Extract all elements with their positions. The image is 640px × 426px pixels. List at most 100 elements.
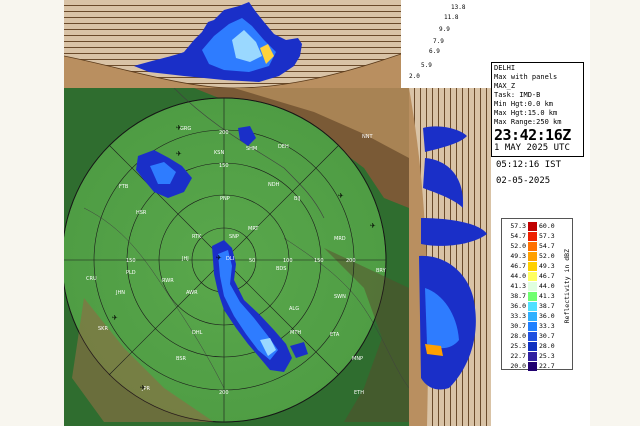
- legend-hi: 41.3: [539, 292, 555, 300]
- station-CRU: CRU: [86, 276, 97, 282]
- ring-label-200: 200: [346, 258, 356, 264]
- station-MRD: MRD: [334, 236, 346, 242]
- station-MRT: MRT: [248, 226, 259, 232]
- airport-icon: ✈: [112, 313, 118, 323]
- station-ETH: ETH: [354, 390, 364, 396]
- station-AWR: AWR: [186, 290, 198, 296]
- legend-swatch: [528, 291, 537, 301]
- station-RTK: RTK: [192, 234, 202, 240]
- legend-swatch: [528, 331, 537, 341]
- ring-label-150-left: 150: [126, 258, 136, 264]
- legend-swatch: [528, 221, 537, 231]
- height-tick: 5.9: [421, 62, 432, 69]
- station-DEH: DEH: [278, 144, 289, 150]
- legend-swatch: [528, 251, 537, 261]
- station-HSR: HSR: [136, 210, 147, 216]
- legend-hi: 28.0: [539, 342, 555, 350]
- station-NDH: NDH: [268, 182, 280, 188]
- info-product-code: MAX_Z: [494, 82, 516, 90]
- legend-hi: 36.0: [539, 312, 555, 320]
- height-tick: 9.9: [439, 26, 450, 33]
- radar-time-utc: 23:42:16Z: [494, 126, 571, 144]
- station-JHJ: JHJ: [181, 256, 189, 262]
- legend-swatch: [528, 301, 537, 311]
- station-ALG: ALG: [289, 306, 299, 312]
- date-ist: 02-05-2025: [496, 176, 551, 186]
- airport-icon: ✈: [176, 123, 182, 133]
- ring-label-150: 150: [314, 258, 324, 264]
- station-BSR: BSR: [176, 356, 187, 362]
- legend-lo: 22.7: [510, 352, 526, 360]
- station-BDS: BDS: [276, 266, 286, 272]
- legend-swatch: [528, 271, 537, 281]
- legend-swatch: [528, 311, 537, 321]
- legend-swatch: [528, 241, 537, 251]
- legend-lo: 54.7: [510, 232, 526, 240]
- ring-label-200-bottom: 200: [219, 390, 229, 396]
- legend-hi: 38.7: [539, 302, 555, 310]
- legend-lo: 28.0: [510, 332, 526, 340]
- station-SWN: SWN: [334, 294, 346, 300]
- side-height-panel: [409, 88, 491, 426]
- airport-icon: ✈: [140, 383, 146, 393]
- station-DHL: DHL: [192, 330, 203, 336]
- station-DLI: DLI: [226, 256, 234, 262]
- legend-lo: 36.0: [510, 302, 526, 310]
- legend-hi: 52.0: [539, 252, 555, 260]
- station-FTB: FTB: [119, 184, 129, 190]
- time-ist: 05:12:16 IST: [496, 160, 562, 170]
- station-MNP: MNP: [352, 356, 363, 362]
- legend-swatch: [528, 231, 537, 241]
- legend-hi: 60.0: [539, 222, 555, 230]
- legend-swatch: [528, 281, 537, 291]
- legend-swatch: [528, 341, 537, 351]
- info-max-height: Max Hgt:15.0 km: [494, 109, 558, 117]
- top-height-panel: [64, 0, 401, 88]
- radar-info-box: DELHI Max with panels MAX_Z Task: IMD-B …: [491, 62, 584, 157]
- station-ETA: ETA: [330, 332, 340, 338]
- legend-swatch: [528, 321, 537, 331]
- legend-lo: 25.3: [510, 342, 526, 350]
- legend-hi: 25.3: [539, 352, 555, 360]
- height-tick: 7.9: [433, 38, 444, 45]
- legend-hi: 49.3: [539, 262, 555, 270]
- legend-lo: 20.0: [510, 362, 526, 370]
- station-BIJ: BIJ: [294, 196, 300, 202]
- station-PLD: PLD: [126, 270, 136, 276]
- legend-swatch: [528, 351, 537, 361]
- height-tick: 6.9: [429, 48, 440, 55]
- station-BRY: BRY: [376, 268, 387, 274]
- legend-lo: 49.3: [510, 252, 526, 260]
- reflectivity-legend: 57.3 60.0 54.7 57.3 52.0 54.7 49.3 52.0 46.7…: [501, 218, 573, 371]
- station-KSN: KSN: [214, 150, 224, 156]
- station-RWR: RWR: [162, 278, 174, 284]
- ring-label-100: 100: [283, 258, 293, 264]
- legend-hi: 54.7: [539, 242, 555, 250]
- airport-icon: ✈: [370, 221, 376, 231]
- station-JHN: JHN: [115, 290, 125, 296]
- legend-swatch: [528, 261, 537, 271]
- info-min-height: Min Hgt:0.0 km: [494, 100, 554, 108]
- station-PNP: PNP: [220, 196, 230, 202]
- legend-lo: 38.7: [510, 292, 526, 300]
- legend-hi: 33.3: [539, 322, 555, 330]
- airport-icon: ✈: [176, 149, 182, 159]
- legend-hi: 22.7: [539, 362, 555, 370]
- ring-label-50: 50: [249, 258, 255, 264]
- legend-lo: 41.3: [510, 282, 526, 290]
- legend-lo: 52.0: [510, 242, 526, 250]
- station-SKR: SKR: [98, 326, 108, 332]
- radar-date-utc: 1 MAY 2025 UTC: [494, 143, 570, 153]
- station-MTH: MTH: [290, 330, 301, 336]
- station-SHM: SHM: [246, 146, 257, 152]
- legend-swatch: [528, 361, 537, 371]
- legend-lo: 44.0: [510, 272, 526, 280]
- info-station: DELHI: [494, 64, 516, 72]
- height-tick: 11.8: [444, 14, 459, 21]
- legend-lo: 33.3: [510, 312, 526, 320]
- height-scale: 13.8 11.8 9.9 7.9 6.9 5.9 2.0: [401, 0, 491, 88]
- airport-icon: ✈: [338, 191, 344, 201]
- ring-label-150-top: 150: [219, 163, 229, 169]
- radar-ppi-map: 50 100 150 200 150 200 150 200 KSN FTB H…: [64, 88, 409, 426]
- airport-icon: ✈: [216, 253, 222, 263]
